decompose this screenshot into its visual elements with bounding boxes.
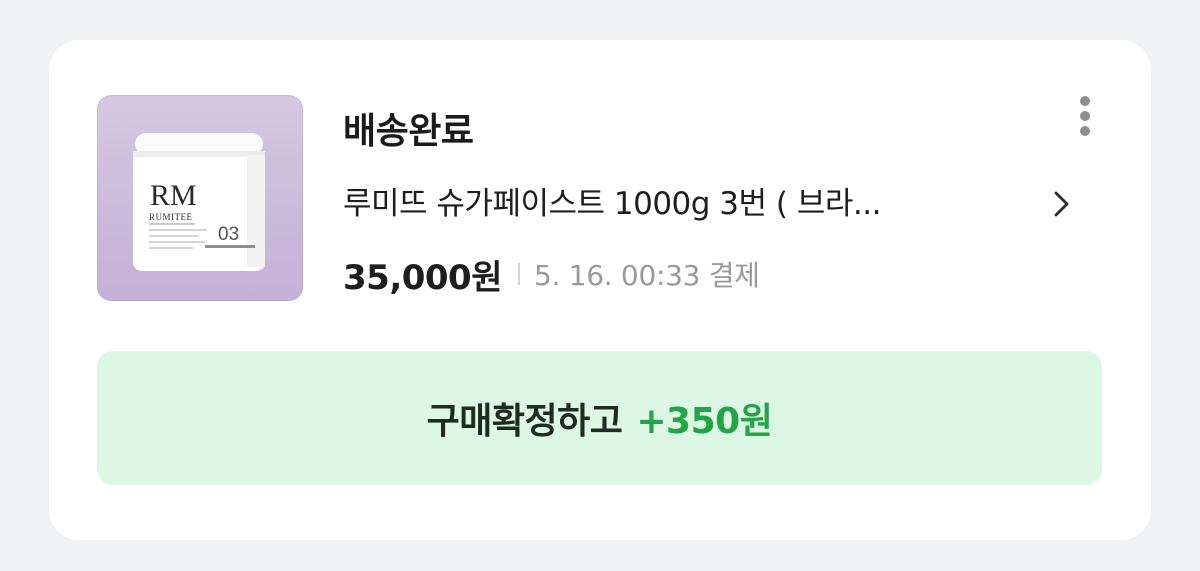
product-brand-name: RUMITEE bbox=[149, 212, 193, 222]
product-title-link[interactable]: 루미뜨 슈가페이스트 1000g 3번 ( 브라... bbox=[343, 182, 1083, 226]
product-thumbnail[interactable]: RM RUMITEE 03 bbox=[97, 95, 303, 301]
more-dot bbox=[1080, 96, 1090, 106]
confirm-reward-amount: +350원 bbox=[636, 401, 773, 442]
price-row: 35,000원 5. 16. 00:33 결제 bbox=[343, 251, 760, 298]
payment-date: 5. 16. 00:33 결제 bbox=[533, 259, 760, 292]
confirm-purchase-label: 구매확정하고 bbox=[426, 401, 623, 442]
divider bbox=[517, 263, 520, 285]
more-dot bbox=[1080, 126, 1090, 136]
product-number: 03 bbox=[218, 224, 239, 245]
order-status: 배송완료 bbox=[343, 111, 474, 152]
more-vertical-icon[interactable] bbox=[1071, 92, 1099, 140]
chevron-right-icon bbox=[1054, 191, 1069, 217]
more-dot bbox=[1080, 111, 1090, 121]
product-title: 루미뜨 슈가페이스트 1000g 3번 ( 브라... bbox=[343, 186, 881, 222]
product-brand-mark: RM bbox=[150, 179, 197, 212]
product-image: RM RUMITEE 03 bbox=[133, 133, 265, 271]
confirm-purchase-button[interactable]: 구매확정하고 +350원 bbox=[97, 351, 1102, 485]
product-price: 35,000원 bbox=[343, 257, 502, 298]
order-card: RM RUMITEE 03 배송완료 루미뜨 슈가페이스트 1000g 3번 (… bbox=[49, 40, 1151, 540]
